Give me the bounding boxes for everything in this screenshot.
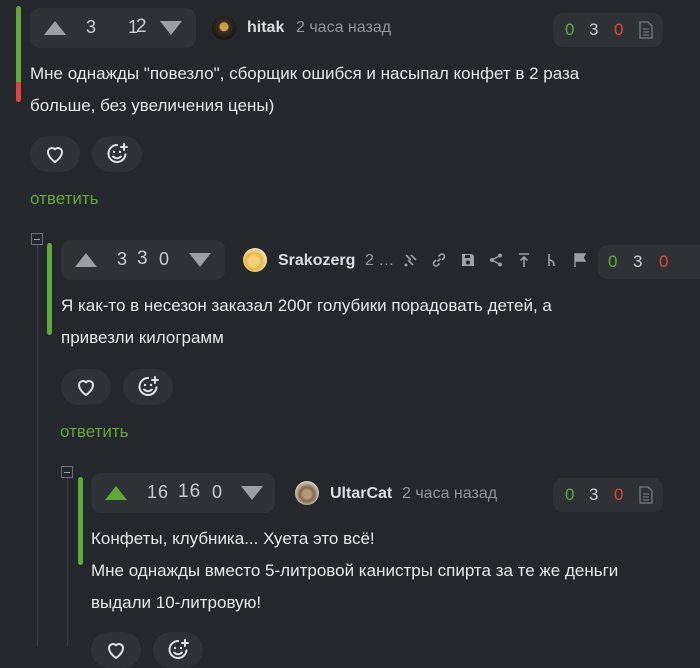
reply-link[interactable]: ответить (60, 422, 129, 442)
rating-stats: 0 3 0 (598, 245, 700, 279)
stat-minus: 0 (659, 252, 669, 271)
votes-minus: 0 (212, 482, 224, 502)
document-icon[interactable] (639, 21, 653, 39)
comment-time[interactable]: 2 часа назад (296, 19, 391, 37)
arrow-down-icon[interactable] (160, 21, 182, 35)
reaction-button[interactable] (153, 632, 203, 668)
stat-minus: 0 (614, 20, 624, 39)
vote-control: 3 2 1 1 (30, 8, 196, 48)
flag-icon[interactable] (572, 252, 588, 268)
rating-bar (47, 243, 52, 335)
rating-bar (78, 477, 83, 565)
like-button[interactable] (61, 369, 111, 405)
author-name[interactable]: hitak (247, 19, 284, 37)
emoji-plus-icon (107, 143, 128, 163)
like-button[interactable] (91, 632, 141, 668)
votes-total: 3 (137, 248, 149, 269)
heart-icon (108, 643, 124, 659)
avatar[interactable] (212, 16, 236, 40)
thread-guide-line (37, 245, 38, 646)
rating-stats: 0 3 0 (553, 13, 663, 47)
comments-branch-icon[interactable] (403, 252, 419, 268)
thread-guide-line (67, 478, 68, 646)
avatar[interactable] (295, 481, 319, 505)
rating-bar (16, 6, 21, 102)
hierarchy-icon[interactable] (544, 252, 560, 268)
link-icon[interactable] (431, 252, 447, 268)
comment-text: Мне однажды "повезло", сборщик ошибся и … (30, 64, 580, 115)
stat-mid: 3 (589, 485, 599, 504)
up-arrow-icon[interactable] (516, 252, 532, 268)
stat-minus: 0 (614, 485, 624, 504)
emoji-plus-icon (168, 639, 189, 659)
votes-plus: 3 (117, 249, 129, 269)
votes-minus: 1 (128, 17, 140, 37)
like-button[interactable] (30, 136, 80, 172)
rating-stats: 0 3 0 (553, 478, 663, 512)
vote-control: 16 16 0 (91, 473, 275, 513)
comment-text: Я как-то в несезон заказал 200г голубики… (61, 296, 552, 347)
reply-link[interactable]: ответить (30, 189, 99, 209)
arrow-up-icon[interactable] (105, 486, 127, 500)
arrow-down-icon[interactable] (189, 253, 211, 267)
collapse-toggle[interactable] (61, 466, 73, 478)
votes-plus: 3 (86, 17, 98, 37)
stat-mid: 3 (633, 252, 643, 271)
heart-icon (78, 380, 94, 396)
stat-plus: 0 (608, 252, 618, 271)
reaction-button[interactable] (92, 136, 142, 172)
vote-control: 3 3 0 (61, 240, 225, 280)
collapse-toggle[interactable] (31, 233, 43, 245)
save-icon[interactable] (460, 252, 476, 268)
stat-plus: 0 (565, 485, 575, 504)
comment-text: Конфеты, клубника... Хуета это всё! Мне … (91, 529, 619, 612)
comment-time[interactable]: 2 … (365, 252, 394, 270)
author-name[interactable]: Srakozerg (278, 252, 355, 270)
votes-plus: 16 (147, 482, 170, 502)
stat-plus: 0 (565, 20, 575, 39)
avatar[interactable] (243, 248, 267, 272)
arrow-up-icon[interactable] (44, 21, 66, 35)
heart-icon (47, 147, 63, 163)
author-name[interactable]: UltarCat (330, 485, 392, 503)
share-icon[interactable] (488, 252, 504, 268)
arrow-up-icon[interactable] (75, 253, 97, 267)
reaction-button[interactable] (123, 369, 173, 405)
stat-mid: 3 (589, 20, 599, 39)
comment-time[interactable]: 2 часа назад (402, 485, 497, 503)
arrow-down-icon[interactable] (241, 486, 263, 500)
document-icon[interactable] (639, 486, 653, 504)
emoji-plus-icon (138, 376, 159, 396)
votes-minus: 0 (159, 249, 171, 269)
votes-total: 16 (178, 481, 202, 502)
